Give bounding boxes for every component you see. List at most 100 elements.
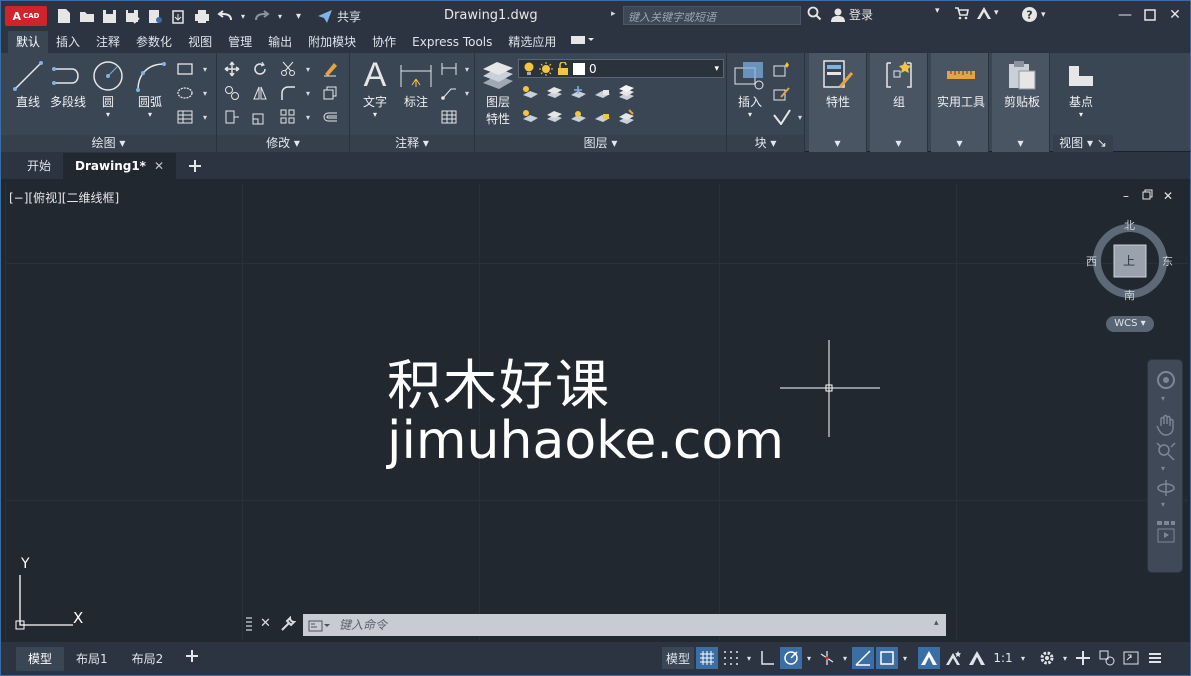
tab-parametric[interactable]: 参数化 <box>128 31 180 53</box>
ortho-mode-icon[interactable] <box>756 647 778 669</box>
offset-icon[interactable] <box>321 108 339 126</box>
annotation-panel-title[interactable]: 注释 ▾ <box>350 135 474 152</box>
rectangle-dropdown-icon[interactable]: ▾ <box>196 60 214 78</box>
utilities-panel[interactable]: 实用工具 ▾ <box>931 53 989 152</box>
dimension-button[interactable]: 标注 <box>398 59 434 110</box>
trim-dropdown-icon[interactable]: ▾ <box>299 60 317 78</box>
isometric-dropdown-icon[interactable]: ▾ <box>840 647 850 669</box>
hatch-dropdown-icon[interactable]: ▾ <box>196 84 214 102</box>
create-block-icon[interactable] <box>773 60 791 78</box>
compass-north[interactable]: 北 <box>1124 217 1135 233</box>
table-draw-icon[interactable] <box>176 108 194 126</box>
fillet-dropdown-icon[interactable]: ▾ <box>299 84 317 102</box>
annotation-monitor-icon[interactable] <box>1072 647 1094 669</box>
layer-lock-icon[interactable] <box>593 84 611 102</box>
table-draw-dropdown-icon[interactable]: ▾ <box>196 108 214 126</box>
arc-button[interactable]: 圆弧 ▾ <box>131 59 169 119</box>
search-expand-icon[interactable]: ▸ <box>611 9 616 19</box>
new-tab-button[interactable] <box>176 153 214 179</box>
polyline-button[interactable]: 多段线 <box>48 59 88 110</box>
object-snap-icon[interactable] <box>876 647 898 669</box>
save-to-web-icon[interactable] <box>170 8 187 25</box>
cart-icon[interactable] <box>954 6 969 20</box>
viewport-close-button[interactable]: ✕ <box>1163 189 1173 203</box>
base-point-button[interactable]: 基点 ▾ <box>1059 59 1103 119</box>
grid-toggle-icon[interactable] <box>696 647 718 669</box>
object-snap-tracking-icon[interactable] <box>852 647 874 669</box>
layer-unisolate-icon[interactable] <box>545 108 563 126</box>
linear-dim-dropdown-icon[interactable]: ▾ <box>458 60 476 78</box>
search-icon[interactable] <box>807 6 822 21</box>
insert-block-button[interactable]: 插入 ▾ <box>731 59 769 119</box>
redo-icon[interactable] <box>253 8 270 25</box>
ribbon-toggle-button[interactable] <box>564 31 600 53</box>
save-as-icon[interactable] <box>124 8 141 25</box>
properties-panel[interactable]: 特性 ▾ <box>809 53 867 152</box>
mirror-icon[interactable] <box>251 84 269 102</box>
viewcube[interactable]: 北 南 东 西 上 <box>1086 219 1173 302</box>
edit-attributes-icon[interactable] <box>773 108 791 126</box>
isometric-drafting-icon[interactable] <box>816 647 838 669</box>
layout1-tab[interactable]: 布局1 <box>64 647 120 671</box>
copy-icon[interactable] <box>223 84 241 102</box>
groups-dropdown-icon[interactable]: ▾ <box>870 135 927 152</box>
stretch-icon[interactable] <box>223 108 241 126</box>
view-panel-title[interactable]: 视图 ▾ ↘ <box>1053 135 1113 152</box>
table-icon[interactable] <box>440 108 458 126</box>
layer-off-icon[interactable] <box>545 84 563 102</box>
layers-panel-title[interactable]: 图层 ▾ <box>475 135 726 152</box>
steering-wheel-dropdown-icon[interactable]: ▾ <box>1161 394 1165 403</box>
command-history-toggle-icon[interactable]: ▴ <box>934 618 939 628</box>
login-button[interactable]: 登录 <box>831 6 873 23</box>
move-icon[interactable] <box>223 60 241 78</box>
leader-icon[interactable] <box>440 84 458 102</box>
layer-unlock-all-icon[interactable] <box>593 108 611 126</box>
scale-icon[interactable] <box>251 108 269 126</box>
tab-home[interactable]: 默认 <box>8 31 49 53</box>
properties-button[interactable]: 特性 <box>819 57 857 110</box>
properties-dropdown-icon[interactable]: ▾ <box>809 135 866 152</box>
layer-freeze-icon[interactable] <box>569 84 587 102</box>
save-icon[interactable] <box>101 8 118 25</box>
layout2-tab[interactable]: 布局2 <box>120 647 176 671</box>
erase-icon[interactable] <box>321 60 339 78</box>
array-icon[interactable] <box>279 108 297 126</box>
new-file-icon[interactable] <box>55 8 72 25</box>
add-layout-button[interactable] <box>175 647 209 671</box>
command-close-icon[interactable]: ✕ <box>260 616 271 631</box>
tab-view[interactable]: 视图 <box>180 31 220 53</box>
drawing-tab[interactable]: Drawing1* ✕ <box>63 153 177 179</box>
tab-output[interactable]: 输出 <box>260 31 300 53</box>
zoom-extents-icon[interactable] <box>1156 442 1176 466</box>
modify-panel-title[interactable]: 修改 ▾ <box>217 135 349 152</box>
rectangle-icon[interactable] <box>176 60 194 78</box>
search-input[interactable]: 键入关键字或短语 <box>623 6 801 25</box>
orbit-icon[interactable] <box>1156 478 1176 502</box>
workspace-gear-icon[interactable] <box>1036 647 1058 669</box>
trim-icon[interactable] <box>279 60 297 78</box>
tab-express-tools[interactable]: Express Tools <box>404 31 500 53</box>
layer-dropdown[interactable]: 0 ▾ <box>518 59 724 78</box>
redo-dropdown-icon[interactable]: ▾ <box>276 8 284 25</box>
tab-addins[interactable]: 附加模块 <box>300 31 364 53</box>
clipboard-panel[interactable]: 剪贴板 ▾ <box>992 53 1050 152</box>
compass-east[interactable]: 东 <box>1162 253 1173 269</box>
edit-block-icon[interactable] <box>773 84 791 102</box>
hatch-icon[interactable] <box>176 84 194 102</box>
circle-button[interactable]: 圆 ▾ <box>90 59 126 119</box>
wcs-menu-button[interactable]: WCS ▾ <box>1106 316 1154 332</box>
block-panel-title[interactable]: 块 ▾ <box>727 135 804 152</box>
object-snap-dropdown-icon[interactable]: ▾ <box>900 647 910 669</box>
auto-scale-icon[interactable] <box>942 647 964 669</box>
zoom-dropdown-icon[interactable]: ▾ <box>1161 464 1165 473</box>
workspace-dropdown-icon[interactable]: ▾ <box>1060 647 1070 669</box>
drawing-canvas[interactable]: [−][俯视][二维线框] – ✕ 积木好课 jimuhaoke.com 北 南… <box>5 183 1188 640</box>
line-button[interactable]: 直线 <box>11 59 45 110</box>
autodesk-app-icon[interactable]: ▾ <box>976 6 999 20</box>
layer-thaw-all-icon[interactable] <box>569 108 587 126</box>
array-dropdown-icon[interactable]: ▾ <box>299 108 317 126</box>
plot-icon[interactable] <box>193 8 210 25</box>
utilities-button[interactable]: 实用工具 <box>935 57 987 110</box>
polar-tracking-icon[interactable] <box>780 647 802 669</box>
customize-qat-icon[interactable]: ▾ <box>290 8 307 25</box>
